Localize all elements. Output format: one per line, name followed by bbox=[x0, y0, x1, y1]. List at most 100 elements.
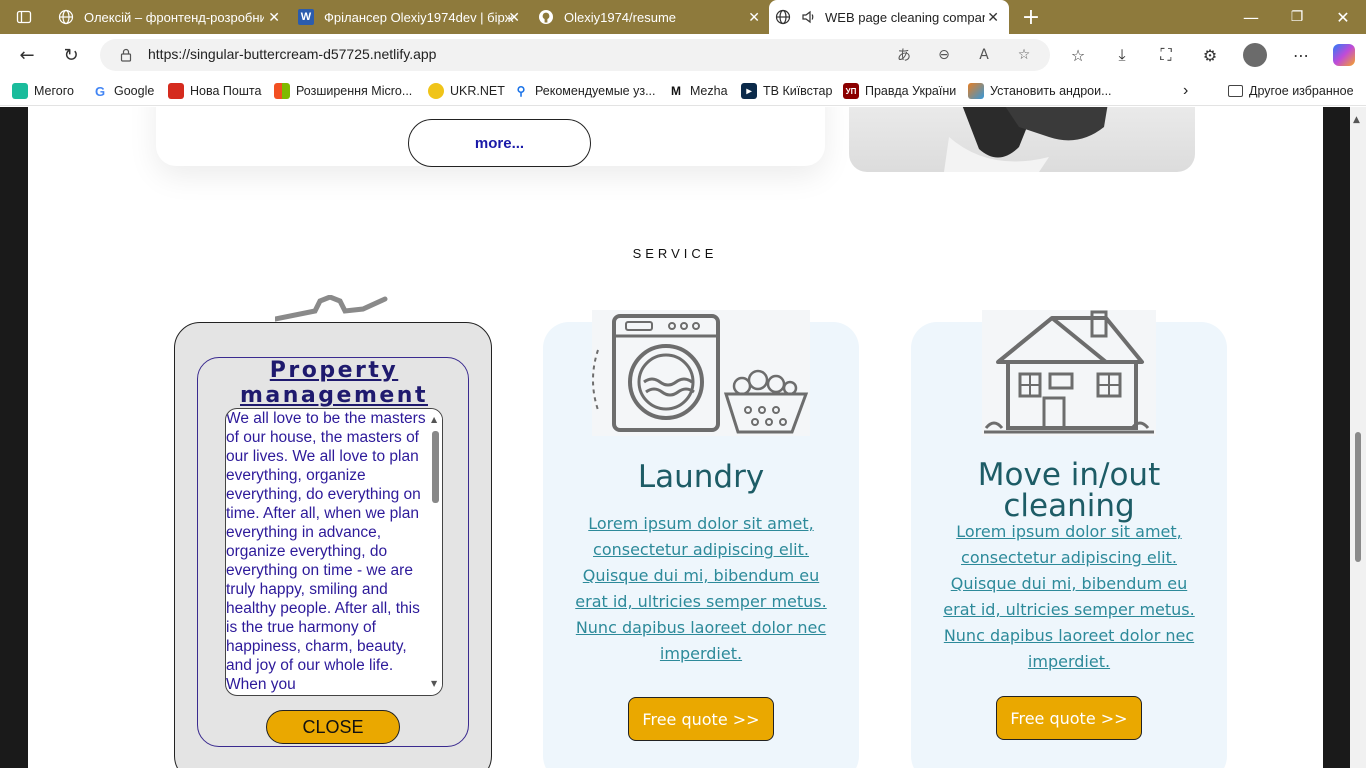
microsoft-icon bbox=[274, 83, 290, 99]
bookmark-label: Установить андрои... bbox=[990, 84, 1112, 98]
close-tab-icon[interactable]: ✕ bbox=[268, 9, 280, 26]
avatar[interactable] bbox=[1243, 43, 1267, 67]
bookmark-label: Google bbox=[114, 84, 155, 98]
other-favorites[interactable]: Другое избранное bbox=[1228, 81, 1354, 101]
card-description-link[interactable]: Lorem ipsum dolor sit amet, consectetur … bbox=[935, 519, 1203, 675]
close-button[interactable]: CLOSE bbox=[266, 710, 400, 744]
globe-icon bbox=[58, 9, 74, 25]
scroll-up-icon[interactable]: ▲ bbox=[431, 415, 437, 424]
other-favorites-label: Другое избранное bbox=[1249, 84, 1354, 98]
bookmark-label: Правда України bbox=[865, 84, 957, 98]
free-quote-button[interactable]: Free quote >> bbox=[628, 697, 774, 741]
modal-scrollbar[interactable]: ▲ ▼ bbox=[428, 409, 442, 695]
read-aloud-icon[interactable]: A bbox=[974, 45, 994, 65]
minimize-icon[interactable]: — bbox=[1228, 0, 1274, 34]
favorites-icon[interactable]: ☆ bbox=[1066, 43, 1090, 67]
reload-icon[interactable]: ↻ bbox=[56, 41, 86, 69]
tab-freelancer[interactable]: W Фрілансер Olexiy1974dev | біржа ✕ bbox=[290, 0, 530, 34]
modal-scroll-thumb[interactable] bbox=[432, 431, 439, 503]
url-text: https://singular-buttercream-d57725.netl… bbox=[148, 46, 437, 62]
card-description-link[interactable]: Lorem ipsum dolor sit amet, consectetur … bbox=[575, 511, 827, 667]
lock-icon[interactable] bbox=[116, 45, 136, 65]
mezha-icon: M bbox=[668, 83, 684, 99]
property-icon bbox=[272, 294, 395, 329]
washing-machine-icon bbox=[592, 310, 810, 436]
more-button[interactable]: more... bbox=[408, 119, 591, 167]
tab-cleaning-company[interactable]: WEB page cleaning company ✕ bbox=[769, 0, 1009, 34]
bookmark-android[interactable]: Установить андрои... bbox=[968, 81, 1112, 101]
globe-icon bbox=[775, 9, 791, 25]
bookmark-google[interactable]: G Google bbox=[92, 81, 154, 101]
android-icon bbox=[968, 83, 984, 99]
google-icon: G bbox=[92, 83, 108, 99]
ukrnet-icon bbox=[428, 83, 444, 99]
close-tab-icon[interactable]: ✕ bbox=[748, 9, 760, 26]
bookmark-microsoft[interactable]: Розширення Micro... bbox=[274, 81, 412, 101]
address-bar[interactable]: https://singular-buttercream-d57725.netl… bbox=[100, 39, 1050, 71]
bookmark-nova-poshta[interactable]: Нова Пошта bbox=[168, 81, 261, 101]
tab-portfolio[interactable]: Олексій – фронтенд-розробник ✕ bbox=[50, 0, 290, 34]
github-icon bbox=[538, 9, 554, 25]
extensions-icon[interactable]: ⚙ bbox=[1198, 43, 1222, 67]
back-icon[interactable]: ← bbox=[12, 41, 42, 69]
bookmarks-bar: Мегого G Google Нова Пошта Розширення Mic… bbox=[0, 76, 1366, 106]
pravda-icon: УП bbox=[843, 83, 859, 99]
bookmark-label: ТВ Київстар bbox=[763, 84, 833, 98]
folder-icon bbox=[1228, 85, 1243, 97]
laundry-card: Laundry Lorem ipsum dolor sit amet, cons… bbox=[543, 310, 859, 768]
section-title: SERVICE bbox=[632, 246, 718, 261]
bookmark-ukrnet[interactable]: UKR.NET bbox=[428, 81, 505, 101]
bookmark-label: Мегого bbox=[34, 84, 74, 98]
bookmark-recommended[interactable]: ⚲ Рекомендуемые уз... bbox=[513, 81, 656, 101]
previous-photo bbox=[849, 107, 1195, 172]
tab-title: Олексій – фронтенд-розробник bbox=[84, 9, 264, 25]
screenshot-icon[interactable]: ⛶ bbox=[1154, 43, 1178, 67]
close-window-icon[interactable]: ✕ bbox=[1320, 0, 1366, 34]
tab-actions-icon[interactable] bbox=[4, 0, 44, 34]
property-management-modal: Property management We all love to be th… bbox=[197, 357, 469, 747]
card-heading: Laundry bbox=[637, 459, 765, 495]
downloads-icon[interactable]: ⤓ bbox=[1110, 43, 1134, 67]
bookmark-kyivstar[interactable]: ▸ ТВ Київстар bbox=[741, 81, 832, 101]
scroll-up-icon[interactable]: ▲ bbox=[1353, 115, 1360, 125]
address-toolbar: ← ↻ https://singular-buttercream-d57725.… bbox=[0, 34, 1366, 76]
move-cleaning-card: Move in/out cleaning Lorem ipsum dolor s… bbox=[911, 310, 1227, 768]
page-viewport[interactable]: more... SERVICE Property management We a… bbox=[0, 107, 1366, 768]
freelancehunt-icon: W bbox=[298, 9, 314, 25]
modal-text-area[interactable]: We all love to be the masters of our hou… bbox=[225, 408, 443, 696]
modal-text: We all love to be the masters of our hou… bbox=[226, 410, 426, 693]
scroll-down-icon[interactable]: ▼ bbox=[431, 679, 437, 688]
browser-tab-bar: Олексій – фронтенд-розробник ✕ W Фріланс… bbox=[0, 0, 1366, 34]
zoom-icon[interactable]: ⊖ bbox=[934, 45, 954, 65]
free-quote-button[interactable]: Free quote >> bbox=[996, 696, 1142, 740]
bookmark-megogo[interactable]: Мегого bbox=[12, 81, 74, 101]
page-frame-left bbox=[0, 107, 28, 768]
close-tab-icon[interactable]: ✕ bbox=[508, 9, 520, 26]
bookmark-label: Нова Пошта bbox=[190, 84, 262, 98]
bookmarks-overflow-icon[interactable]: › bbox=[1183, 81, 1188, 101]
search-icon: ⚲ bbox=[513, 83, 529, 99]
previous-service-card: more... bbox=[156, 107, 825, 167]
megogo-icon bbox=[12, 83, 28, 99]
page-scroll-thumb[interactable] bbox=[1355, 432, 1361, 562]
tab-title: Фрілансер Olexiy1974dev | біржа bbox=[324, 9, 514, 25]
modal-title: Property management bbox=[240, 358, 428, 408]
tab-github[interactable]: Olexiy1974/resume ✕ bbox=[530, 0, 770, 34]
restore-icon[interactable]: ❐ bbox=[1274, 0, 1320, 34]
bookmark-label: Mezha bbox=[690, 84, 728, 98]
bookmark-label: UKR.NET bbox=[450, 84, 505, 98]
tab-title: Olexiy1974/resume bbox=[564, 9, 676, 25]
bookmark-pravda[interactable]: УП Правда України bbox=[843, 81, 956, 101]
favorite-star-icon[interactable]: ☆ bbox=[1014, 45, 1034, 65]
kyivstar-icon: ▸ bbox=[741, 83, 757, 99]
speaker-icon[interactable] bbox=[801, 9, 817, 25]
new-tab-icon[interactable]: + bbox=[1008, 0, 1054, 34]
page-scrollbar[interactable]: ▲ bbox=[1350, 107, 1366, 768]
bookmark-mezha[interactable]: M Mezha bbox=[668, 81, 728, 101]
more-menu-icon[interactable]: ⋯ bbox=[1289, 43, 1313, 67]
translate-icon[interactable]: あ bbox=[894, 45, 914, 65]
property-management-card: Property management We all love to be th… bbox=[174, 294, 492, 768]
copilot-icon[interactable] bbox=[1332, 43, 1356, 67]
close-tab-icon[interactable]: ✕ bbox=[987, 9, 999, 26]
tab-title: WEB page cleaning company bbox=[825, 9, 985, 25]
